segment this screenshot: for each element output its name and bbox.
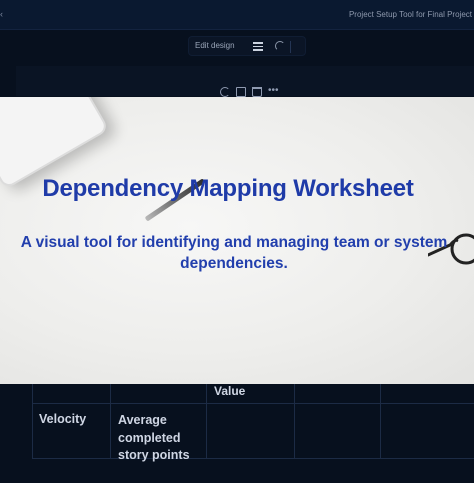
table-border [32, 384, 33, 458]
trash-icon[interactable] [252, 87, 262, 97]
copy-icon[interactable] [236, 87, 246, 97]
menu-icon[interactable] [253, 42, 263, 51]
toolbar-divider [290, 41, 291, 53]
more-icon[interactable]: ••• [268, 86, 280, 97]
table-border [110, 384, 111, 458]
table-border [380, 384, 381, 458]
table-border [206, 384, 207, 458]
slide-subtitle: A visual tool for identifying and managi… [20, 234, 448, 272]
back-chevron-icon[interactable]: ‹ [0, 9, 6, 19]
slide-title: Dependency Mapping Worksheet [42, 175, 414, 202]
spinner-icon [275, 41, 285, 51]
top-app-bar: ‹ Project Setup Tool for Final Project [0, 0, 474, 30]
table-border [32, 403, 474, 404]
table-cell-metric[interactable]: Velocity [39, 412, 86, 426]
title-slide[interactable]: Dependency Mapping Worksheet A visual to… [0, 97, 474, 384]
table-border [32, 458, 474, 459]
table-border [294, 384, 295, 458]
table-cell-description[interactable]: Average completed story points [118, 412, 202, 465]
edit-design-button[interactable]: Edit design [195, 41, 235, 50]
table-header-cell: Value [214, 384, 246, 398]
document-title[interactable]: Project Setup Tool for Final Project [349, 10, 472, 19]
metrics-table: Value Velocity Average completed story p… [32, 384, 474, 483]
element-toolbar: Edit design [188, 36, 306, 56]
refresh-icon[interactable] [220, 87, 230, 97]
